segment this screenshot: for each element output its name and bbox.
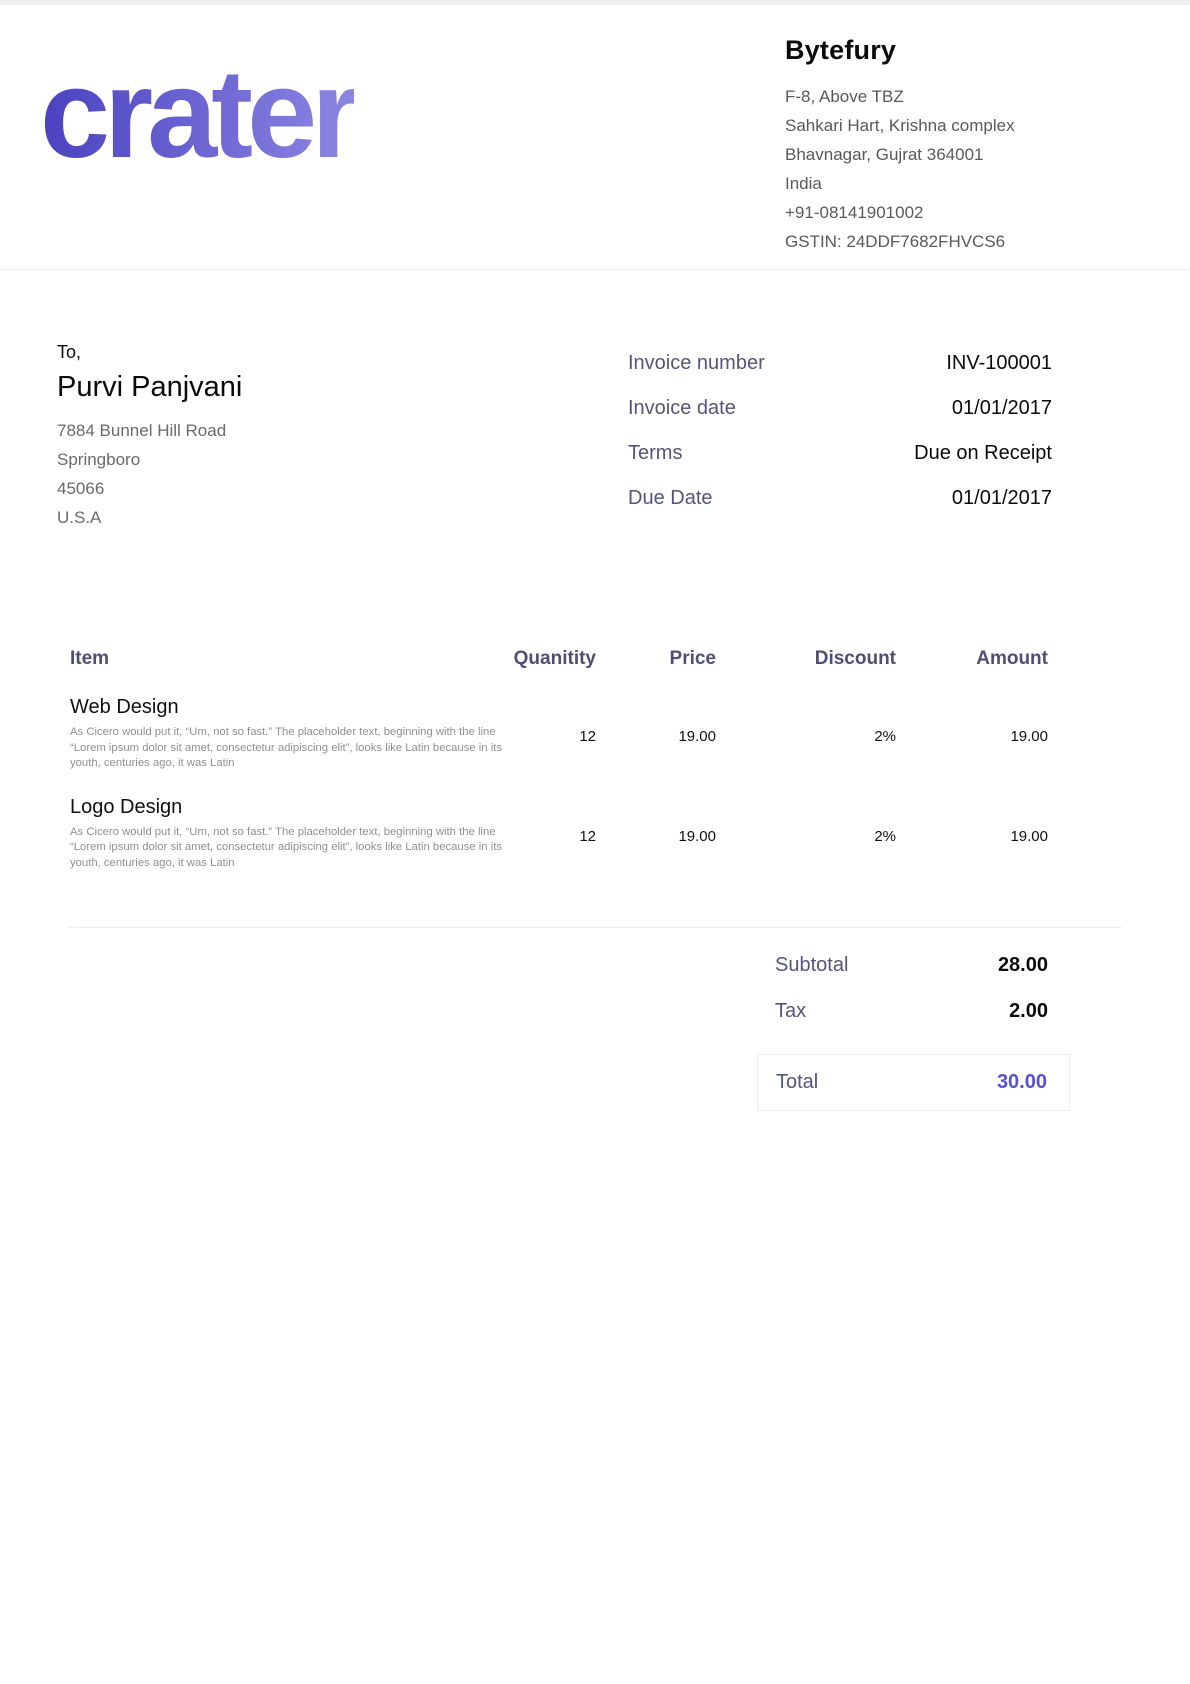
bill-to-address: 7884 Bunnel Hill Road Springboro 45066 U…: [57, 416, 477, 532]
table-row: Web Design As Cicero would put it, “Um, …: [70, 696, 1048, 772]
totals-divider: [68, 927, 1122, 928]
company-address-line: Sahkari Hart, Krishna complex: [785, 111, 1165, 140]
bill-to-name: Purvi Panjvani: [57, 371, 477, 404]
invoice-header: crater Bytefury F-8, Above TBZ Sahkari H…: [0, 5, 1190, 270]
item-cell: Logo Design As Cicero would put it, “Um,…: [70, 796, 506, 872]
subtotal-value: 28.00: [998, 954, 1048, 977]
column-header-quantity: Quanitity: [506, 648, 596, 670]
item-name: Logo Design: [70, 796, 506, 819]
crater-logo: crater: [40, 45, 354, 184]
subtotal-label: Subtotal: [775, 954, 848, 977]
total-box: Total 30.00: [757, 1054, 1070, 1111]
item-discount: 2%: [716, 696, 896, 772]
item-quantity: 12: [506, 696, 596, 772]
company-gstin: GSTIN: 24DDF7682FHVCS6: [785, 227, 1165, 256]
company-address-line: F-8, Above TBZ: [785, 82, 1165, 111]
tax-value: 2.00: [1009, 1000, 1048, 1023]
invoice-page: crater Bytefury F-8, Above TBZ Sahkari H…: [0, 0, 1190, 1684]
invoice-meta: Invoice number INV-100001 Invoice date 0…: [628, 352, 1052, 532]
company-address: F-8, Above TBZ Sahkari Hart, Krishna com…: [785, 82, 1165, 256]
item-description: As Cicero would put it, “Um, not so fast…: [70, 825, 502, 872]
invoice-date-label: Invoice date: [628, 397, 736, 420]
bill-to-address-line: 7884 Bunnel Hill Road: [57, 416, 477, 445]
company-address-line: India: [785, 169, 1165, 198]
bill-to-address-line: U.S.A: [57, 503, 477, 532]
invoice-date-row: Invoice date 01/01/2017: [628, 397, 1052, 425]
item-amount: 19.00: [896, 796, 1048, 872]
terms-row: Terms Due on Receipt: [628, 442, 1052, 470]
items-table: Item Quanitity Price Discount Amount Web…: [70, 648, 1122, 871]
item-quantity: 12: [506, 796, 596, 872]
due-date-value: 01/01/2017: [952, 487, 1052, 510]
column-header-amount: Amount: [896, 648, 1048, 670]
total-label: Total: [776, 1071, 818, 1094]
bill-to-label: To,: [57, 342, 477, 363]
column-header-item: Item: [70, 648, 506, 670]
table-row: Logo Design As Cicero would put it, “Um,…: [70, 796, 1048, 872]
company-name: Bytefury: [785, 35, 1165, 66]
invoice-number-value: INV-100001: [946, 352, 1052, 375]
column-header-discount: Discount: [716, 648, 896, 670]
column-header-price: Price: [596, 648, 716, 670]
tax-row: Tax 2.00: [757, 1000, 1070, 1028]
invoice-date-value: 01/01/2017: [952, 397, 1052, 420]
item-description: As Cicero would put it, “Um, not so fast…: [70, 725, 502, 772]
due-date-row: Due Date 01/01/2017: [628, 487, 1052, 515]
invoice-number-label: Invoice number: [628, 352, 765, 375]
total-value: 30.00: [997, 1071, 1047, 1094]
company-block: Bytefury F-8, Above TBZ Sahkari Hart, Kr…: [785, 35, 1165, 256]
item-cell: Web Design As Cicero would put it, “Um, …: [70, 696, 506, 772]
bill-to-block: To, Purvi Panjvani 7884 Bunnel Hill Road…: [57, 342, 477, 532]
item-name: Web Design: [70, 696, 506, 719]
items-table-header: Item Quanitity Price Discount Amount: [70, 648, 1048, 672]
due-date-label: Due Date: [628, 487, 713, 510]
subtotal-row: Subtotal 28.00: [757, 954, 1070, 982]
invoice-number-row: Invoice number INV-100001: [628, 352, 1052, 380]
terms-value: Due on Receipt: [914, 442, 1052, 465]
totals-block: Subtotal 28.00 Tax 2.00 Total 30.00: [757, 954, 1070, 1111]
company-phone: +91-08141901002: [785, 198, 1165, 227]
item-amount: 19.00: [896, 696, 1048, 772]
item-discount: 2%: [716, 796, 896, 872]
terms-label: Terms: [628, 442, 682, 465]
bill-to-address-line: 45066: [57, 474, 477, 503]
company-address-line: Bhavnagar, Gujrat 364001: [785, 140, 1165, 169]
item-price: 19.00: [596, 796, 716, 872]
bill-to-address-line: Springboro: [57, 445, 477, 474]
tax-label: Tax: [775, 1000, 806, 1023]
item-price: 19.00: [596, 696, 716, 772]
